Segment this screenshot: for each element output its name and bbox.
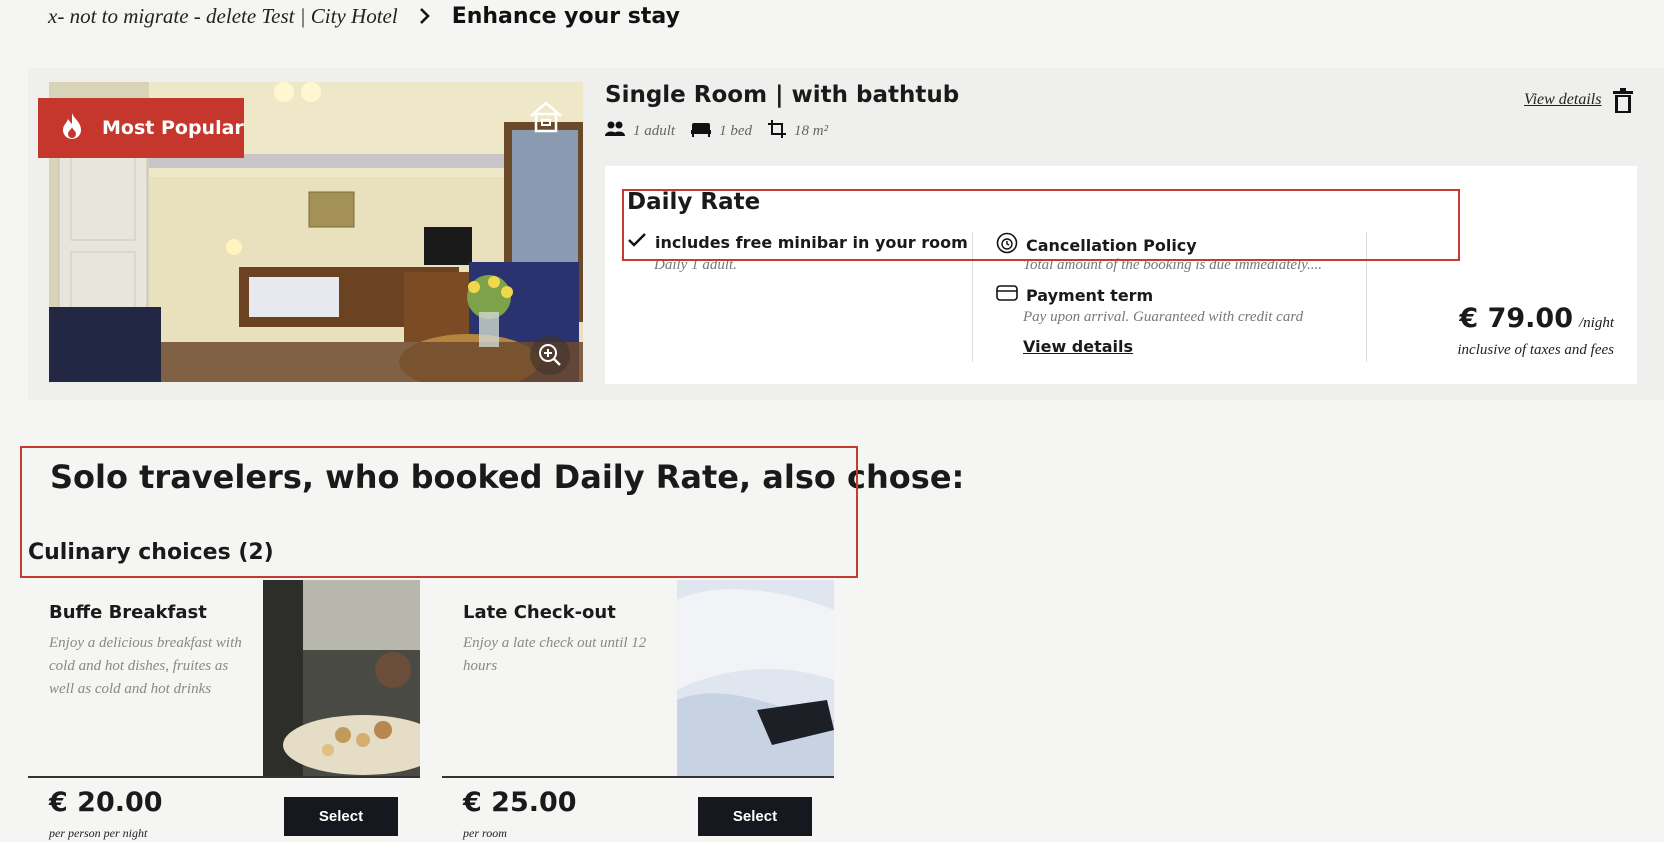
- guests-icon: [605, 121, 625, 141]
- chevron-right-icon: [416, 7, 434, 25]
- badge-label: Most Popular: [102, 117, 244, 139]
- extra-price-unit: per room: [463, 826, 507, 840]
- extra-card: Buffe Breakfast Enjoy a delicious breakf…: [28, 580, 420, 842]
- breadcrumb: x- not to migrate - delete Test | City H…: [48, 0, 680, 32]
- extra-title: Late Check-out: [463, 602, 616, 623]
- price-unit: /night: [1578, 315, 1614, 331]
- beds-label: 1 bed: [719, 122, 753, 139]
- payment-term: Payment term: [996, 284, 1153, 306]
- extra-price: € 25.00: [463, 787, 577, 818]
- most-popular-badge: Most Popular: [38, 98, 244, 158]
- rate-price: € 79.00 /night: [1459, 303, 1614, 334]
- guests-label: 1 adult: [633, 122, 676, 139]
- extra-price-unit: per person per night: [49, 826, 148, 840]
- payment-title: Payment term: [1026, 285, 1154, 305]
- flame-icon: [60, 112, 84, 144]
- size-icon: [768, 120, 787, 142]
- home-icon: [528, 100, 564, 134]
- breadcrumb-hotel-link[interactable]: x- not to migrate - delete Test | City H…: [48, 4, 398, 29]
- select-button[interactable]: Select: [698, 797, 812, 836]
- room-meta: 1 adult 1 bed 18 m²: [605, 120, 836, 142]
- payment-text: Pay upon arrival. Guaranteed with credit…: [1023, 309, 1304, 325]
- rate-view-details-link[interactable]: View details: [1023, 337, 1133, 356]
- bed-icon: [691, 121, 712, 141]
- credit-card-icon: [996, 284, 1018, 306]
- divider: [28, 776, 420, 778]
- zoom-in-icon[interactable]: [530, 335, 570, 375]
- price-note: inclusive of taxes and fees: [1457, 342, 1614, 358]
- extra-description: Enjoy a late check out until 12 hours: [463, 635, 647, 674]
- extra-description: Enjoy a delicious breakfast with cold an…: [49, 635, 242, 697]
- price-amount: € 79.00: [1459, 303, 1573, 334]
- room-view-details-link[interactable]: View details: [1524, 91, 1601, 109]
- page-title: Enhance your stay: [451, 3, 680, 29]
- divider: [442, 776, 834, 778]
- highlight-box: [20, 446, 858, 578]
- extra-price: € 20.00: [49, 787, 163, 818]
- trash-icon[interactable]: [1612, 88, 1634, 114]
- size-label: 18 m²: [794, 122, 829, 139]
- extra-card: Late Check-out Enjoy a late check out un…: [442, 580, 834, 842]
- extra-title: Buffe Breakfast: [49, 602, 207, 623]
- select-button[interactable]: Select: [284, 797, 398, 836]
- room-title: Single Room | with bathtub: [605, 82, 960, 108]
- highlight-box: [622, 189, 1460, 261]
- late-checkout-image: [677, 580, 834, 776]
- breakfast-image: [263, 580, 420, 776]
